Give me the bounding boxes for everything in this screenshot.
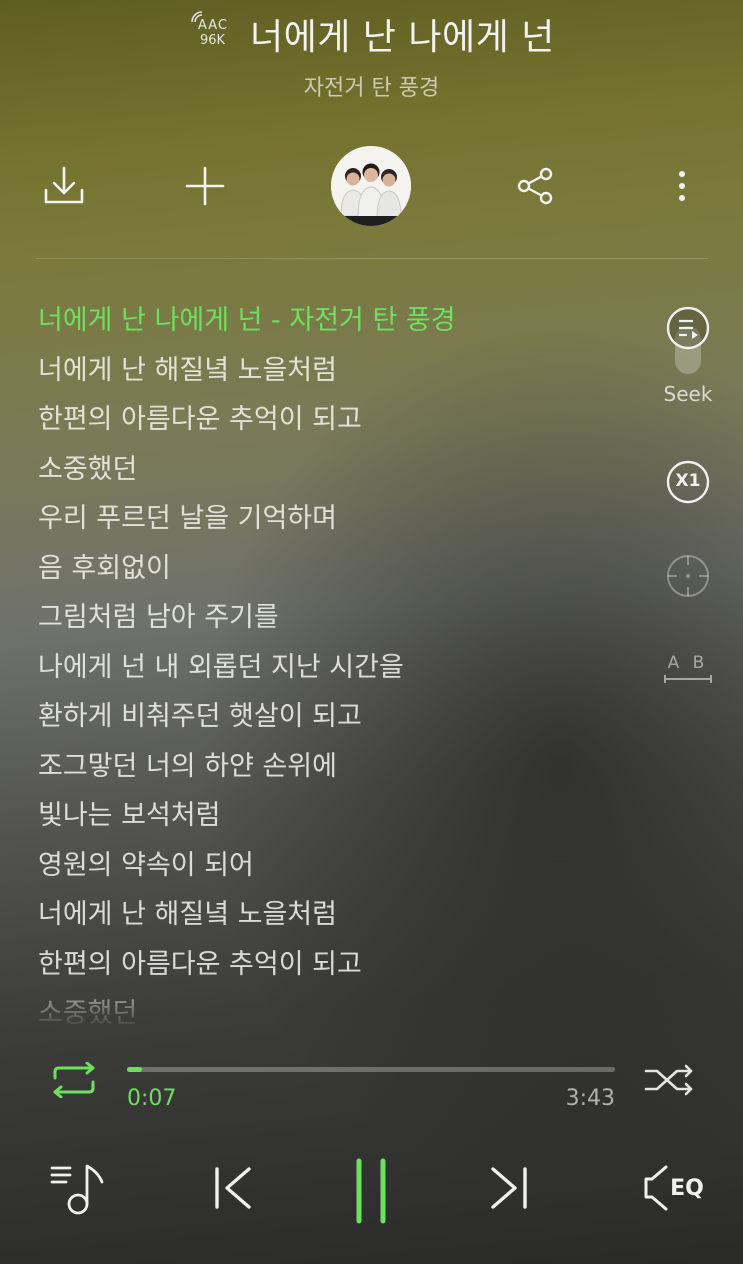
lyric-line[interactable]: 우리 푸르던 날을 기억하며 [38,494,638,544]
lyric-line[interactable]: 빛나는 보석처럼 [38,791,638,841]
equalizer-button[interactable]: EQ [636,1160,710,1216]
progress-fill [127,1067,142,1072]
auto-scroll-toggle-icon [666,306,710,374]
skip-previous-icon [215,1167,251,1209]
artist-name[interactable]: 자전거 탄 풍경 [0,70,743,102]
lyrics-panel[interactable]: 너에게 난 나에게 넌 - 자전거 탄 풍경 너에게 난 해질녘 노을처럼 한편의 … [38,296,638,1031]
ab-repeat-button[interactable]: A B [655,653,721,685]
lyric-line[interactable]: 소중했던 [38,445,638,495]
pause-icon [356,1158,386,1224]
divider [36,258,708,259]
pause-button[interactable] [338,1152,404,1230]
lyric-line[interactable]: 환하게 비춰주던 햇살이 되고 [38,692,638,742]
repeat-button[interactable] [46,1058,102,1102]
lyric-line[interactable]: 너에게 난 해질녘 노을처럼 [38,890,638,940]
lyric-line[interactable]: 영원의 약속이 되어 [38,841,638,891]
lyric-line-active[interactable]: 너에게 난 나에게 넌 - 자전거 탄 풍경 [38,296,638,346]
lyric-line[interactable]: 그림처럼 남아 주기를 [38,593,638,643]
audio-quality-badge: AAC 96K [190,11,238,52]
playlist-button[interactable] [46,1156,110,1220]
action-toolbar [0,140,743,235]
next-track-button[interactable] [482,1160,542,1216]
lyric-line[interactable]: 소중했던 [38,989,638,1031]
share-icon [517,167,553,205]
plus-icon [185,166,225,206]
crosshair-icon [667,555,709,597]
quality-bitrate: 96K [200,33,226,48]
add-to-playlist-button[interactable] [175,156,235,216]
previous-track-button[interactable] [200,1160,260,1216]
eq-label: EQ [670,1175,704,1201]
skip-next-icon [491,1167,527,1209]
song-title[interactable]: 너에게 난 나에게 넌 [250,8,555,60]
lyric-line[interactable]: 음 후회없이 [38,544,638,594]
seek-label: Seek [663,382,713,406]
ab-range-icon [664,675,712,683]
shuffle-icon [644,1064,693,1096]
lyric-line[interactable]: 너에게 난 해질녘 노을처럼 [38,346,638,396]
lyric-line[interactable]: 한편의 아름다운 추억이 되고 [38,395,638,445]
elapsed-time: 0:07 [127,1086,177,1111]
repeat-icon [53,1062,95,1098]
total-time: 3:43 [565,1086,615,1111]
lyric-line[interactable]: 나에게 넌 내 외롭던 지난 시간을 [38,643,638,693]
sync-target-button[interactable] [655,553,721,599]
playback-speed-button[interactable]: X1 [655,459,721,505]
speaker-icon [644,1165,668,1211]
share-button[interactable] [505,156,565,216]
playlist-music-icon [50,1164,104,1215]
ab-label: A B [667,653,709,673]
album-art-image [331,146,411,226]
speed-label: X1 [675,471,701,491]
lyric-line[interactable]: 한편의 아름다운 추억이 되고 [38,940,638,990]
more-vertical-icon [679,171,685,201]
more-options-button[interactable] [652,156,712,216]
now-playing-header: AAC 96K 너에게 난 나에게 넌 자전거 탄 풍경 [0,0,743,130]
progress-bar[interactable] [127,1067,615,1072]
album-art[interactable] [331,146,411,226]
download-icon [44,166,84,204]
shuffle-button[interactable] [640,1058,700,1102]
lyrics-scroll-toggle[interactable]: Seek [655,306,721,406]
quality-codec: AAC [198,18,228,33]
lyric-line[interactable]: 조그맣던 너의 하얀 손위에 [38,742,638,792]
download-button[interactable] [34,156,94,216]
